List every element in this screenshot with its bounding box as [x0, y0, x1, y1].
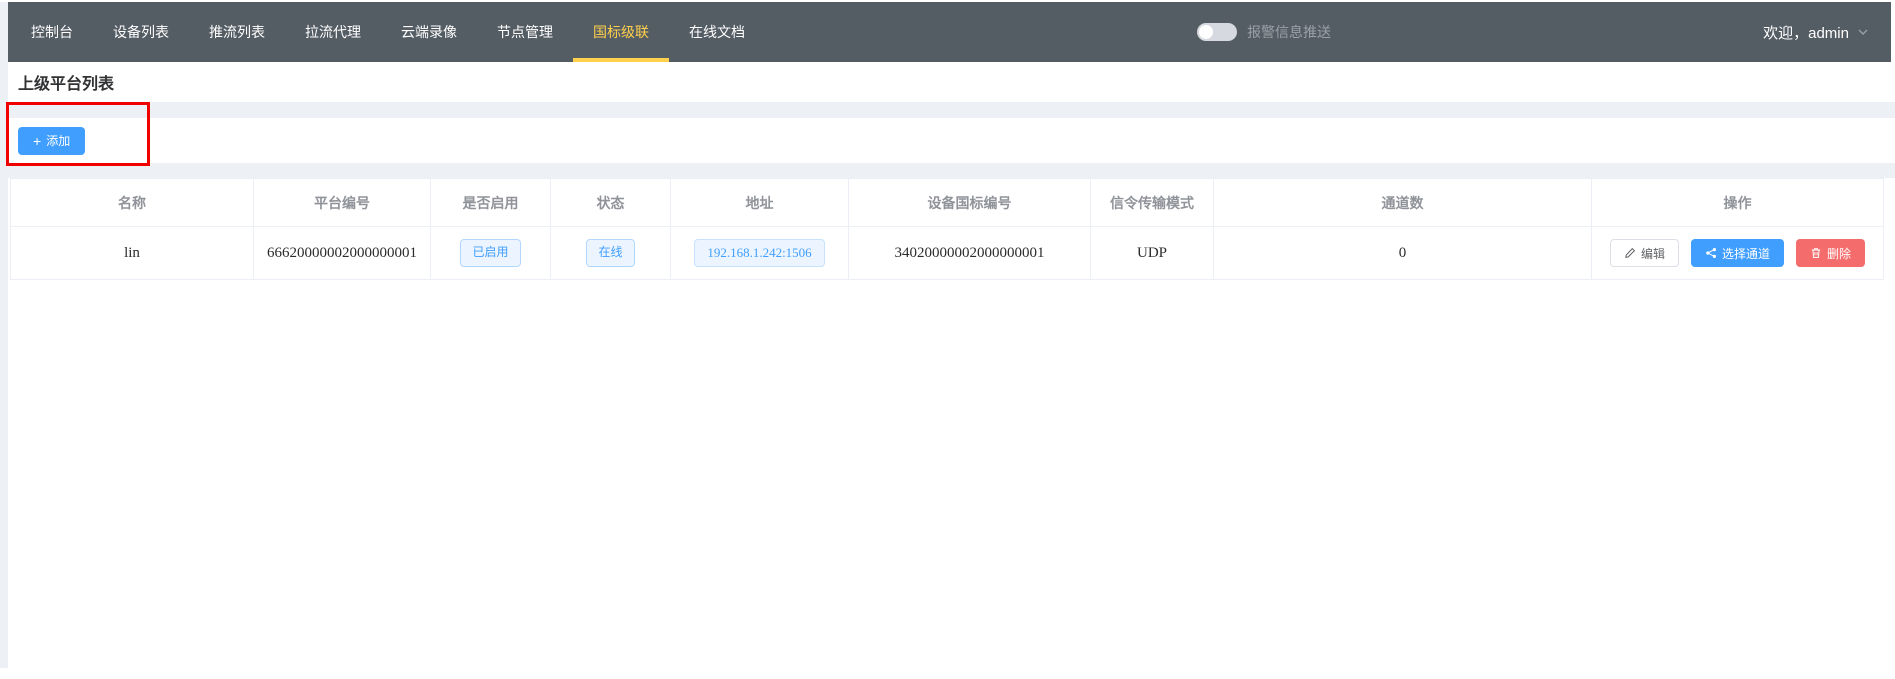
cell-device-gb-id: 34020000002000000001: [849, 227, 1091, 280]
platform-table: 名称 平台编号 是否启用 状态 地址 设备国标编号 信令传输模式 通道数 操作 …: [10, 178, 1884, 280]
active-tab-underline: [573, 58, 669, 62]
plus-icon: +: [33, 134, 41, 148]
cell-name: lin: [11, 227, 254, 280]
edit-button[interactable]: 编辑: [1610, 239, 1679, 267]
edit-pencil-icon: [1624, 247, 1636, 259]
channel-count: 0: [1399, 245, 1407, 261]
cell-enabled: 已启用: [431, 227, 551, 280]
share-icon: [1705, 247, 1717, 259]
nav-item-online-docs[interactable]: 在线文档: [669, 2, 765, 62]
header-actions: 操作: [1592, 179, 1884, 227]
delete-button[interactable]: 删除: [1796, 239, 1865, 267]
chevron-down-icon: [1857, 26, 1869, 38]
select-channel-label: 选择通道: [1722, 245, 1770, 262]
enabled-badge: 已启用: [460, 239, 520, 267]
page-title: 上级平台列表: [18, 70, 114, 94]
top-navbar: 控制台 设备列表 推流列表 拉流代理 云端录像 节点管理 国标级联 在线文档 报…: [8, 2, 1891, 62]
nav-item-pull-proxy[interactable]: 拉流代理: [285, 2, 381, 62]
delete-button-label: 删除: [1827, 245, 1851, 262]
nav-item-gb-cascade[interactable]: 国标级联: [573, 2, 669, 62]
header-channel-count: 通道数: [1214, 179, 1592, 227]
nav-item-console[interactable]: 控制台: [11, 2, 93, 62]
alarm-push-label: 报警信息推送: [1247, 22, 1331, 42]
separator-band: [0, 102, 1895, 118]
platform-name: lin: [124, 245, 140, 261]
user-dropdown[interactable]: 欢迎，admin: [1763, 2, 1891, 62]
cell-platform-id: 66620000002000000001: [254, 227, 431, 280]
nav-item-node-manage[interactable]: 节点管理: [477, 2, 573, 62]
header-name: 名称: [11, 179, 254, 227]
header-platform-id: 平台编号: [254, 179, 431, 227]
row-actions: 编辑: [1592, 239, 1883, 267]
device-gb-id: 34020000002000000001: [895, 245, 1045, 261]
cell-actions: 编辑: [1592, 227, 1884, 280]
platform-id: 66620000002000000001: [267, 245, 417, 261]
nav-item-push-list[interactable]: 推流列表: [189, 2, 285, 62]
alarm-push-toggle[interactable]: [1197, 23, 1237, 41]
page-left-gutter: [0, 2, 8, 668]
cell-channel-count: 0: [1214, 227, 1592, 280]
add-button[interactable]: + 添加: [18, 127, 85, 155]
cell-status: 在线: [551, 227, 671, 280]
alarm-push-group: 报警信息推送: [1197, 2, 1331, 62]
welcome-text: 欢迎，admin: [1763, 22, 1849, 43]
table-header-row: 名称 平台编号 是否启用 状态 地址 设备国标编号 信令传输模式 通道数 操作: [11, 179, 1884, 227]
table-row: lin 66620000002000000001 已启用 在线 192.168.…: [11, 227, 1884, 280]
toggle-knob: [1199, 25, 1213, 39]
address-chip: 192.168.1.242:1506: [694, 239, 824, 268]
toolbar: + 添加: [8, 118, 1895, 163]
cell-address: 192.168.1.242:1506: [671, 227, 849, 280]
nav-item-device-list[interactable]: 设备列表: [93, 2, 189, 62]
status-badge: 在线: [586, 239, 634, 267]
header-device-gb-id: 设备国标编号: [849, 179, 1091, 227]
cell-transport: UDP: [1091, 227, 1214, 280]
nav-item-gb-cascade-label: 国标级联: [593, 24, 649, 40]
header-transport: 信令传输模式: [1091, 179, 1214, 227]
select-channel-button[interactable]: 选择通道: [1691, 239, 1784, 267]
trash-icon: [1810, 247, 1822, 259]
table-card: 名称 平台编号 是否启用 状态 地址 设备国标编号 信令传输模式 通道数 操作 …: [8, 178, 1895, 679]
transport-mode: UDP: [1137, 245, 1167, 261]
header-enabled: 是否启用: [431, 179, 551, 227]
title-bar: 上级平台列表: [8, 62, 1895, 102]
header-address: 地址: [671, 179, 849, 227]
header-status: 状态: [551, 179, 671, 227]
nav-item-cloud-record[interactable]: 云端录像: [381, 2, 477, 62]
edit-button-label: 编辑: [1641, 245, 1665, 262]
nav-menu: 控制台 设备列表 推流列表 拉流代理 云端录像 节点管理 国标级联 在线文档: [8, 2, 765, 62]
add-button-label: 添加: [46, 132, 70, 149]
separator-band: [0, 163, 1895, 178]
